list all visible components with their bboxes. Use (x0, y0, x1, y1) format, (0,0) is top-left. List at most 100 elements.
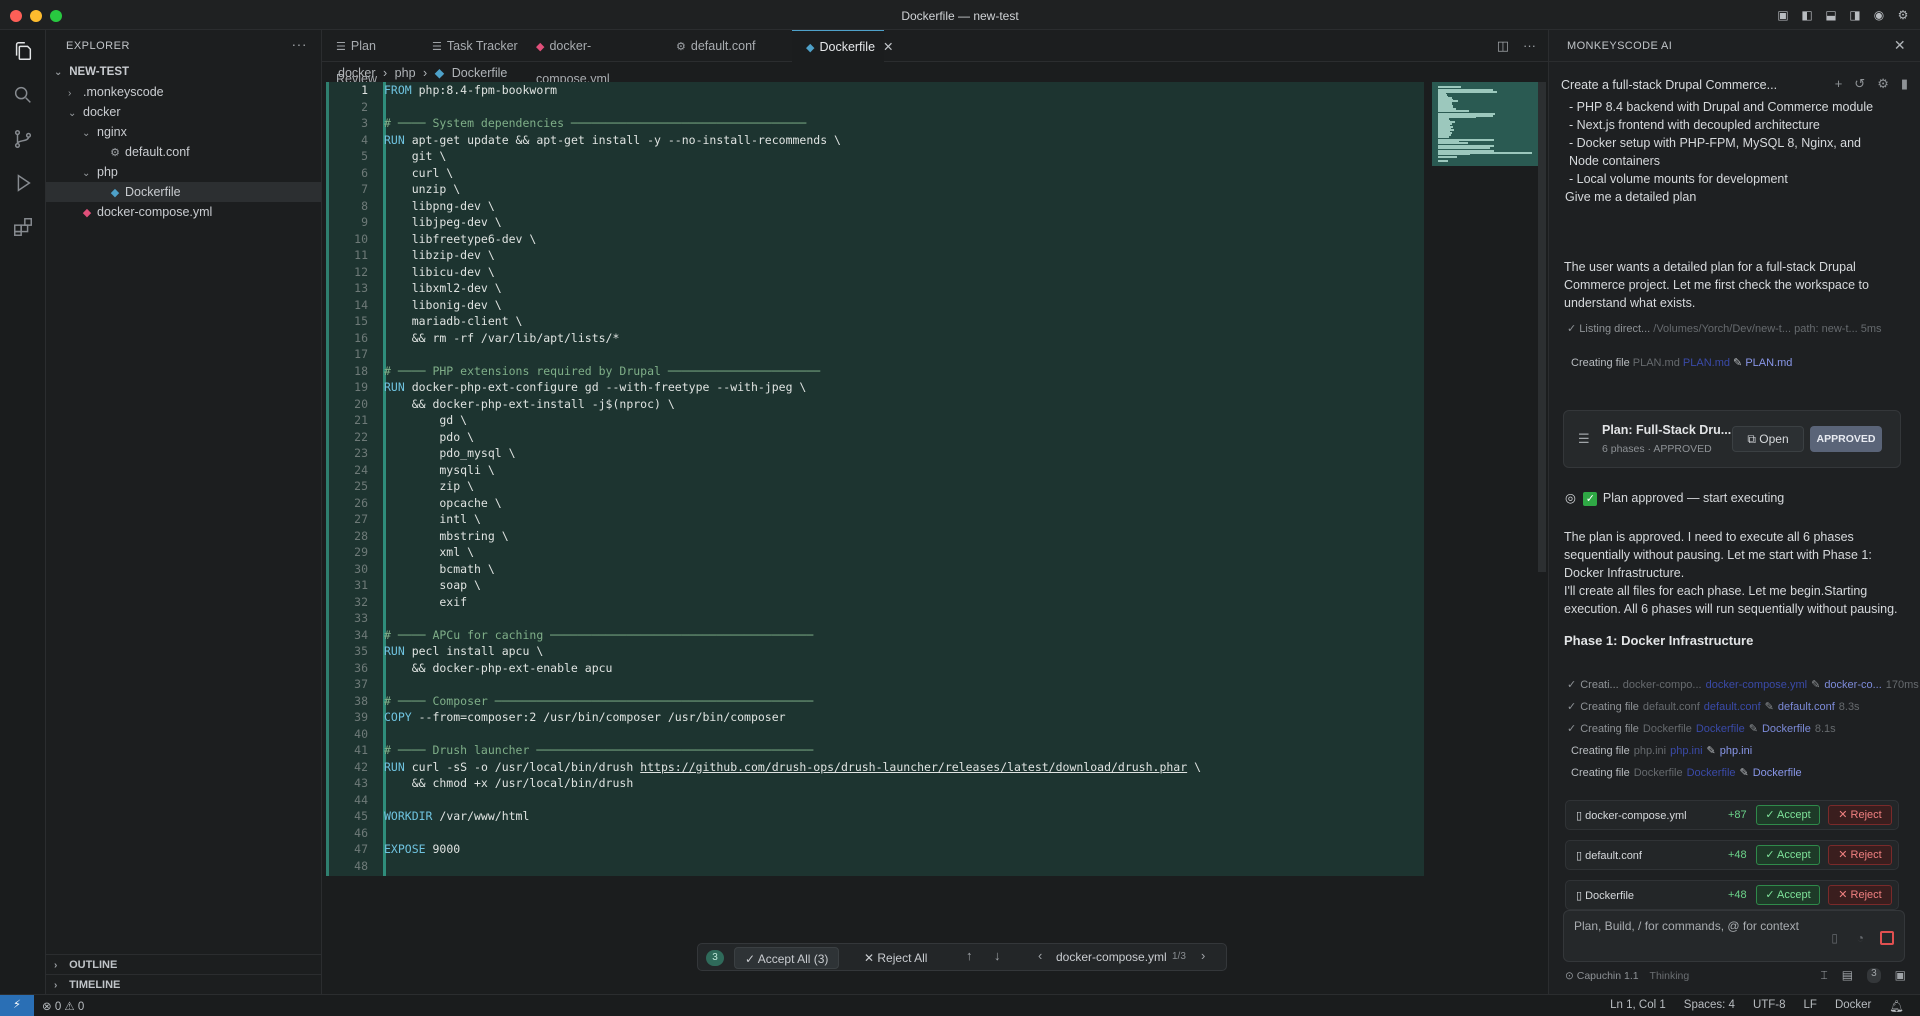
encoding[interactable]: UTF-8 (1753, 999, 1786, 1013)
extensions-icon[interactable] (12, 216, 34, 238)
terminal-icon[interactable]: ▣ (1895, 968, 1906, 983)
chat-input[interactable] (1574, 919, 1874, 933)
file-name[interactable]: ▯ default.conf (1576, 849, 1642, 862)
remote-icon[interactable]: ⚡ (0, 995, 34, 1016)
assistant-message: I'll create all files for each phase. Le… (1564, 584, 1898, 616)
stop-button[interactable] (1880, 931, 1894, 945)
code-line: unzip \ (384, 182, 461, 196)
cursor-position[interactable]: Ln 1, Col 1 (1610, 999, 1666, 1013)
ruler-icon[interactable]: ⌶ (1821, 968, 1828, 983)
tab-default-conf[interactable]: ⚙ default.conf (662, 30, 792, 62)
history-icon[interactable]: ↺ (1854, 76, 1865, 92)
minimap-line (1438, 86, 1461, 88)
attach-icon[interactable]: ▯ (1831, 931, 1838, 945)
stats-icon[interactable]: ▮ (1901, 76, 1908, 92)
close-icon[interactable]: ✕ (1894, 37, 1906, 54)
breadcrumb-item[interactable]: docker (338, 66, 376, 80)
indentation[interactable]: Spaces: 4 (1684, 999, 1735, 1013)
line-endings[interactable]: LF (1804, 999, 1817, 1013)
gear-icon[interactable]: ⚙ (1896, 8, 1910, 22)
layout-icon[interactable]: ▣ (1776, 8, 1790, 22)
timeline-section[interactable]: › TIMELINE (46, 974, 322, 994)
list-icon: ☰ (1578, 431, 1590, 446)
tree-item[interactable]: ◆ Dockerfile (46, 182, 321, 202)
tool-call-create-file[interactable]: Creating file Dockerfile Dockerfile ✎ Docker… (1571, 766, 1806, 779)
tab-dockerfile[interactable]: ◆ Dockerfile ✕ (792, 30, 894, 62)
outline-section[interactable]: › OUTLINE (46, 954, 322, 974)
gear-icon[interactable]: ⚙ (1877, 76, 1889, 92)
line-number: 4 (361, 132, 368, 147)
model-selector[interactable]: ⊙ Capuchin 1.1 Thinking (1565, 970, 1689, 982)
tree-item[interactable]: ⌄ nginx (46, 122, 321, 142)
tool-call-create-file[interactable]: ✓ Creating file default.conf default.conf ✎ d… (1567, 700, 1864, 713)
check-icon: ✓ (1567, 701, 1577, 713)
more-actions-icon[interactable]: ··· (1523, 38, 1536, 54)
minimap[interactable] (1432, 82, 1538, 166)
split-editor-icon[interactable]: ◫ (1497, 38, 1509, 54)
toggle-sidebar-icon[interactable]: ◧ (1800, 8, 1814, 22)
reject-button[interactable]: ✕ Reject (1828, 845, 1892, 865)
problems-indicator[interactable]: ⊗ 0 ⚠ 0 (42, 999, 84, 1013)
code-content[interactable]: FROM php:8.4-fpm-bookworm # ──── System … (384, 82, 1201, 874)
tool-call-create-plan[interactable]: Creating file PLAN.md PLAN.md ✎ PLAN.md (1571, 356, 1792, 369)
vertical-scrollbar[interactable] (1538, 82, 1546, 572)
chevron-down-icon: ⌄ (82, 128, 91, 139)
pencil-icon: ✎ (1811, 679, 1821, 691)
pencil-icon: ✎ (1764, 701, 1774, 713)
tab-task-tracker[interactable]: ☰ Task Tracker (418, 30, 522, 62)
tree-item[interactable]: ◆ docker-compose.yml (46, 202, 321, 222)
close-icon[interactable]: ✕ (883, 40, 893, 54)
workspace-root[interactable]: ⌄ NEW-TEST (46, 62, 321, 82)
chevron-left-icon[interactable]: ‹ (1038, 948, 1042, 963)
run-debug-icon[interactable] (12, 172, 34, 194)
arrow-down-icon[interactable]: ↓ (994, 948, 1001, 963)
line-number: 8 (361, 198, 368, 213)
code-editor[interactable]: 1 2 3 4 5 6 7 8 9 10 11 12 13 14 15 16 17 18 19 20 21 22 23 24 2… (322, 82, 1548, 876)
accept-button[interactable]: ✓ Accept (1756, 805, 1820, 825)
document-icon[interactable]: ▤ (1842, 968, 1853, 983)
line-number: 45 (354, 809, 368, 823)
search-icon[interactable] (12, 84, 34, 106)
toggle-panel-icon[interactable]: ⬓ (1824, 8, 1838, 22)
reject-button[interactable]: ✕ Reject (1828, 805, 1892, 825)
open-plan-button[interactable]: ⧉ Open (1732, 426, 1804, 452)
file-name[interactable]: ▯ docker-compose.yml (1576, 809, 1687, 822)
timer-icon[interactable]: ◔ (1857, 931, 1864, 945)
account-icon[interactable]: ◉ (1872, 8, 1886, 22)
line-number: 46 (354, 825, 368, 840)
tool-call-create-file[interactable]: Creating file php.ini php.ini ✎ php.ini (1571, 744, 1756, 757)
line-number: 6 (361, 165, 368, 180)
tool-call-create-file[interactable]: ✓ Creating file Dockerfile Dockerfile ✎ Docke… (1567, 722, 1840, 735)
accept-button[interactable]: ✓ Accept (1756, 885, 1820, 905)
tree-item[interactable]: › .monkeyscode (46, 82, 321, 102)
code-line: COPY --from=composer:2 /usr/bin/composer… (384, 710, 786, 724)
tree-item[interactable]: ⚙ default.conf (46, 142, 321, 162)
tool-call-listing[interactable]: ✓ Listing direct... /Volumes/Yorch/Dev/n… (1567, 322, 1882, 335)
accept-button[interactable]: ✓ Accept (1756, 845, 1820, 865)
code-line: intl \ (384, 512, 481, 526)
tool-call-create-file[interactable]: ✓ Creati... docker-compo... docker-compose.… (1567, 678, 1920, 691)
notifications-icon[interactable]: 🔔︎ (1889, 999, 1904, 1013)
tree-item[interactable]: ⌄ docker (46, 102, 321, 122)
tree-item[interactable]: ⌄ php (46, 162, 321, 182)
reject-button[interactable]: ✕ Reject (1828, 885, 1892, 905)
more-actions-icon[interactable]: ··· (292, 36, 308, 52)
chevron-right-icon[interactable]: › (1201, 948, 1205, 963)
accept-all-button[interactable]: ✓ Accept All (3) (734, 947, 840, 969)
breadcrumb-item[interactable]: php (395, 66, 416, 80)
code-line: # ──── System dependencies ─────────────… (384, 116, 807, 130)
code-line: opcache \ (384, 495, 502, 510)
language-mode[interactable]: Docker (1835, 999, 1871, 1013)
explorer-files-icon[interactable] (12, 40, 34, 62)
line-number: 41 (354, 743, 368, 757)
source-control-icon[interactable] (12, 128, 34, 150)
tab-docker-compose-yml[interactable]: ◆ docker-compose.yml (522, 30, 662, 86)
file-name[interactable]: ▯ Dockerfile (1576, 889, 1634, 902)
code-line: libicu-dev \ (384, 264, 495, 279)
reject-all-button[interactable]: ✕ Reject All (858, 947, 933, 969)
tab-plan-review[interactable]: ☰ Plan Review (322, 30, 418, 86)
breadcrumb-item[interactable]: Dockerfile (452, 66, 508, 80)
toggle-secondary-sidebar-icon[interactable]: ◨ (1848, 8, 1862, 22)
arrow-up-icon[interactable]: ↑ (966, 948, 973, 963)
new-chat-icon[interactable]: + (1835, 76, 1843, 92)
